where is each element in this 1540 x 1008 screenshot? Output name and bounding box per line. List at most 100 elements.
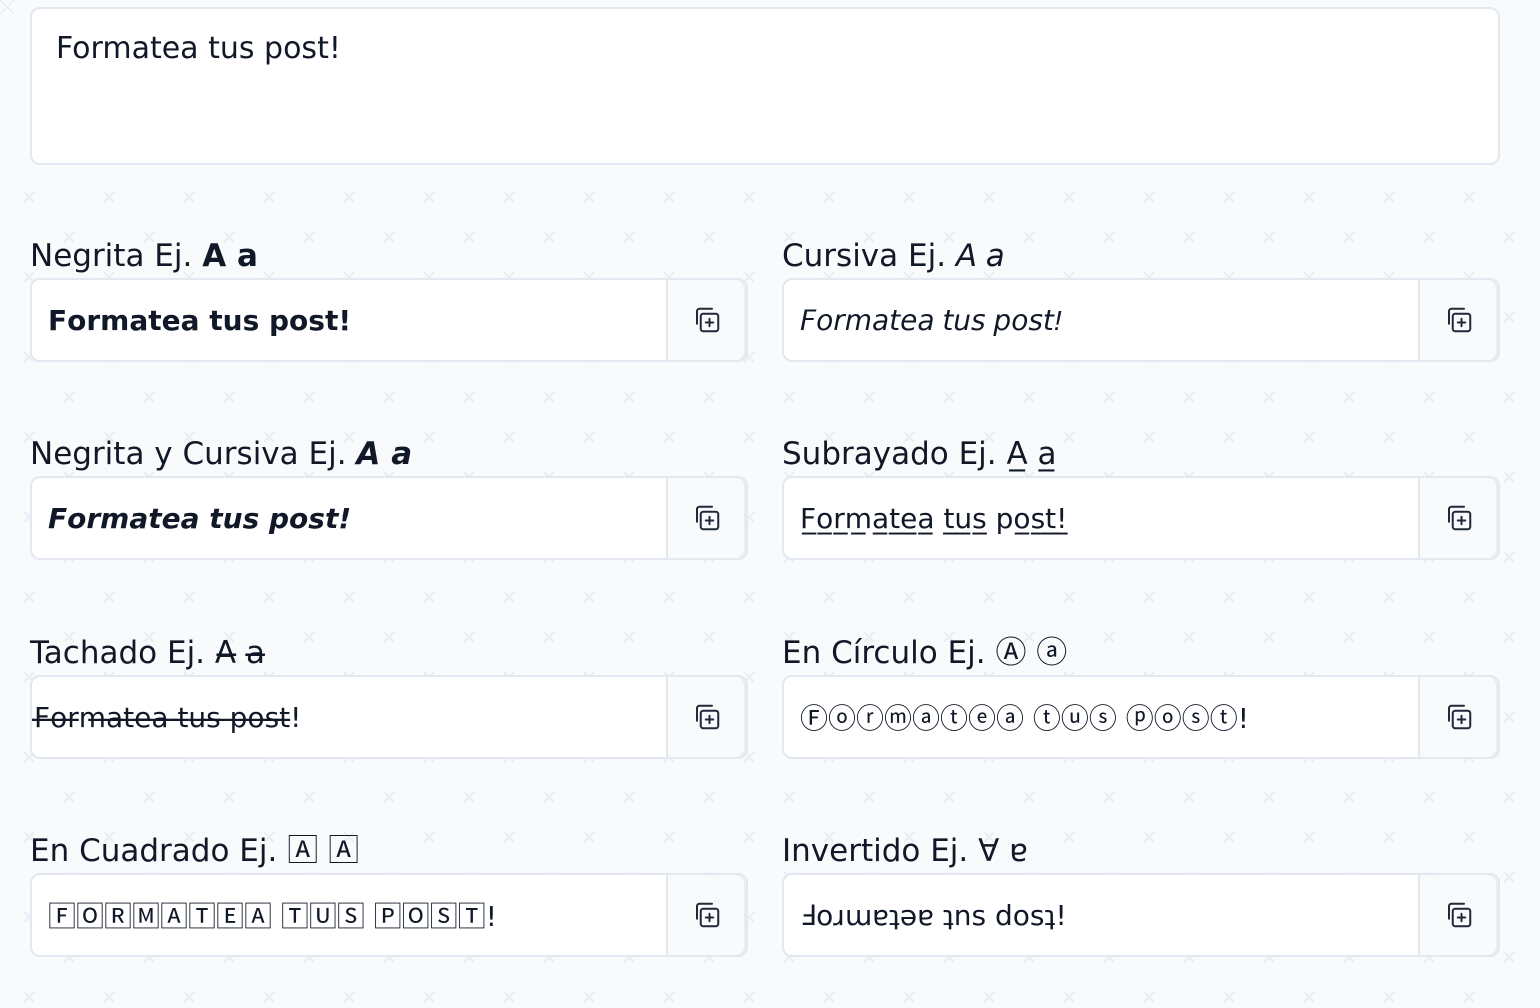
- background-x-mark: [1302, 990, 1316, 1004]
- background-x-mark: [1342, 390, 1356, 404]
- background-x-mark: [382, 790, 396, 804]
- label-sample: 𝘼 𝙖: [356, 436, 413, 472]
- background-x-mark: [1222, 190, 1236, 204]
- background-x-mark: [142, 790, 156, 804]
- field-bold-italic: Negrita y Cursiva Ej. 𝘼 𝙖 𝙁𝙤𝙧𝙢𝙖𝙩𝙚𝙖 𝙩𝙪𝙨 𝙥…: [30, 432, 748, 560]
- background-x-mark: [302, 790, 316, 804]
- background-x-mark: [22, 590, 36, 604]
- output-text-strike[interactable]: ̶F̶o̶r̶m̶a̶t̶e̶a̶ ̶t̶u̶s̶ ̶p̶o̶s̶t̶!: [32, 701, 666, 734]
- background-x-mark: [502, 990, 516, 1004]
- output-text-bold-italic[interactable]: 𝙁𝙤𝙧𝙢𝙖𝙩𝙚𝙖 𝙩𝙪𝙨 𝙥𝙤𝙨𝙩!: [32, 502, 666, 535]
- background-x-mark: [502, 590, 516, 604]
- output-box-strike: ̶F̶o̶r̶m̶a̶t̶e̶a̶ ̶t̶u̶s̶ ̶p̶o̶s̶t̶!: [30, 675, 748, 759]
- background-x-mark: [222, 390, 236, 404]
- background-x-mark: [662, 990, 676, 1004]
- main-text-input[interactable]: Formatea tus post!: [30, 7, 1500, 165]
- background-x-mark: [102, 190, 116, 204]
- label-sample: Ⓐ ⓐ: [995, 635, 1068, 671]
- background-x-mark: [902, 190, 916, 204]
- background-x-mark: [1462, 190, 1476, 204]
- label-text: Cursiva Ej.: [782, 238, 947, 274]
- label-text: Subrayado Ej.: [782, 436, 997, 472]
- output-text-square[interactable]: 🄵🄾🅁🄼🄰🅃🄴🄰 🅃🅄🅂 🄿🄾🅂🅃!: [32, 895, 666, 935]
- background-x-mark: [1382, 190, 1396, 204]
- copy-button-inverted[interactable]: [1418, 875, 1498, 955]
- output-box-circle: Ⓕⓞⓡⓜⓐⓣⓔⓐ ⓣⓤⓢ ⓟⓞⓢⓣ!: [782, 675, 1500, 759]
- copy-button-circle[interactable]: [1418, 677, 1498, 757]
- background-x-mark: [1022, 790, 1036, 804]
- copy-icon: [696, 902, 720, 928]
- field-italic: Cursiva Ej. 𝘈 𝘢 𝘍𝘰𝘳𝘮𝘢𝘵𝘦𝘢 𝘵𝘶𝘴 𝘱𝘰𝘴𝘵!: [782, 234, 1500, 362]
- field-label-bold-italic: Negrita y Cursiva Ej. 𝘼 𝙖: [30, 432, 748, 476]
- label-sample: A̶ a̶: [205, 635, 265, 671]
- output-box-bold-italic: 𝙁𝙤𝙧𝙢𝙖𝙩𝙚𝙖 𝙩𝙪𝙨 𝙥𝙤𝙨𝙩!: [30, 476, 748, 560]
- copy-icon: [696, 505, 720, 531]
- output-text-circle[interactable]: Ⓕⓞⓡⓜⓐⓣⓔⓐ ⓣⓤⓢ ⓟⓞⓢⓣ!: [784, 697, 1418, 737]
- background-x-mark: [22, 190, 36, 204]
- copy-button-underline[interactable]: [1418, 478, 1498, 558]
- copy-icon: [696, 307, 720, 333]
- background-x-mark: [542, 390, 556, 404]
- copy-icon: [1448, 307, 1472, 333]
- background-x-mark: [1222, 590, 1236, 604]
- background-x-mark: [862, 390, 876, 404]
- background-x-mark: [1262, 390, 1276, 404]
- background-x-mark: [742, 190, 756, 204]
- background-x-mark: [1142, 990, 1156, 1004]
- background-x-mark: [1422, 790, 1436, 804]
- output-box-square: 🄵🄾🅁🄼🄰🅃🄴🄰 🅃🅄🅂 🄿🄾🅂🅃!: [30, 873, 748, 957]
- background-x-mark: [1302, 190, 1316, 204]
- background-x-mark: [1182, 790, 1196, 804]
- background-x-mark: [1462, 990, 1476, 1004]
- background-x-mark: [1342, 790, 1356, 804]
- output-text-inverted[interactable]: Ⅎoɹɯɐʇǝɐ ʇns dosʇ!: [784, 899, 1418, 932]
- field-inverted: Invertido Ej. ∀ ɐ Ⅎoɹɯɐʇǝɐ ʇns dosʇ!: [782, 829, 1500, 957]
- background-x-mark: [702, 390, 716, 404]
- background-x-mark: [1502, 550, 1516, 564]
- background-x-mark: [502, 190, 516, 204]
- background-x-mark: [1222, 990, 1236, 1004]
- field-label-bold: Negrita Ej. 𝗔 𝗮: [30, 234, 748, 278]
- background-x-mark: [1502, 950, 1516, 964]
- background-x-mark: [1062, 990, 1076, 1004]
- background-x-mark: [62, 790, 76, 804]
- background-x-mark: [262, 590, 276, 604]
- copy-button-bold[interactable]: [666, 280, 746, 360]
- label-text: En Círculo Ej.: [782, 635, 986, 671]
- background-x-mark: [622, 390, 636, 404]
- label-sample: 𝘈 𝘢: [955, 238, 1005, 273]
- output-text-underline[interactable]: F̲o̲r̲m̲a̲t̲e̲a̲ t̲u̲s̲ p̲o̲s̲t̲!̲: [784, 502, 1418, 535]
- background-x-mark: [582, 990, 596, 1004]
- background-x-mark: [902, 990, 916, 1004]
- background-x-mark: [782, 390, 796, 404]
- background-x-mark: [1022, 390, 1036, 404]
- field-label-strike: Tachado Ej. A̶ a̶: [30, 631, 748, 675]
- output-box-italic: 𝘍𝘰𝘳𝘮𝘢𝘵𝘦𝘢 𝘵𝘶𝘴 𝘱𝘰𝘴𝘵!: [782, 278, 1500, 362]
- background-x-mark: [262, 990, 276, 1004]
- copy-button-square[interactable]: [666, 875, 746, 955]
- field-circle: En Círculo Ej. Ⓐ ⓐ Ⓕⓞⓡⓜⓐⓣⓔⓐ ⓣⓤⓢ ⓟⓞⓢⓣ!: [782, 631, 1500, 759]
- background-x-mark: [1142, 190, 1156, 204]
- copy-button-italic[interactable]: [1418, 280, 1498, 360]
- output-text-italic[interactable]: 𝘍𝘰𝘳𝘮𝘢𝘵𝘦𝘢 𝘵𝘶𝘴 𝘱𝘰𝘴𝘵!: [784, 304, 1418, 337]
- output-text-bold[interactable]: 𝗙𝗼𝗿𝗺𝗮𝘁𝗲𝗮 𝘁𝘂𝘀 𝗽𝗼𝘀𝘁!: [32, 304, 666, 337]
- background-x-mark: [1502, 230, 1516, 244]
- background-x-mark: [1502, 310, 1516, 324]
- background-x-mark: [1382, 990, 1396, 1004]
- output-box-bold: 𝗙𝗼𝗿𝗺𝗮𝘁𝗲𝗮 𝘁𝘂𝘀 𝗽𝗼𝘀𝘁!: [30, 278, 748, 362]
- background-x-mark: [422, 590, 436, 604]
- background-x-mark: [1502, 470, 1516, 484]
- background-x-mark: [302, 390, 316, 404]
- field-label-underline: Subrayado Ej. A̲ a̲: [782, 432, 1500, 476]
- background-x-mark: [862, 790, 876, 804]
- field-bold: Negrita Ej. 𝗔 𝗮 𝗙𝗼𝗿𝗺𝗮𝘁𝗲𝗮 𝘁𝘂𝘀 𝗽𝗼𝘀𝘁!: [30, 234, 748, 362]
- background-x-mark: [102, 590, 116, 604]
- background-x-mark: [782, 790, 796, 804]
- field-label-square: En Cuadrado Ej. 🄰 🄰: [30, 829, 748, 873]
- background-x-mark: [462, 790, 476, 804]
- copy-button-bold-italic[interactable]: [666, 478, 746, 558]
- copy-button-strike[interactable]: [666, 677, 746, 757]
- background-x-mark: [902, 590, 916, 604]
- label-sample: ∀ ɐ: [978, 833, 1028, 869]
- label-sample: A̲ a̲: [1006, 436, 1057, 472]
